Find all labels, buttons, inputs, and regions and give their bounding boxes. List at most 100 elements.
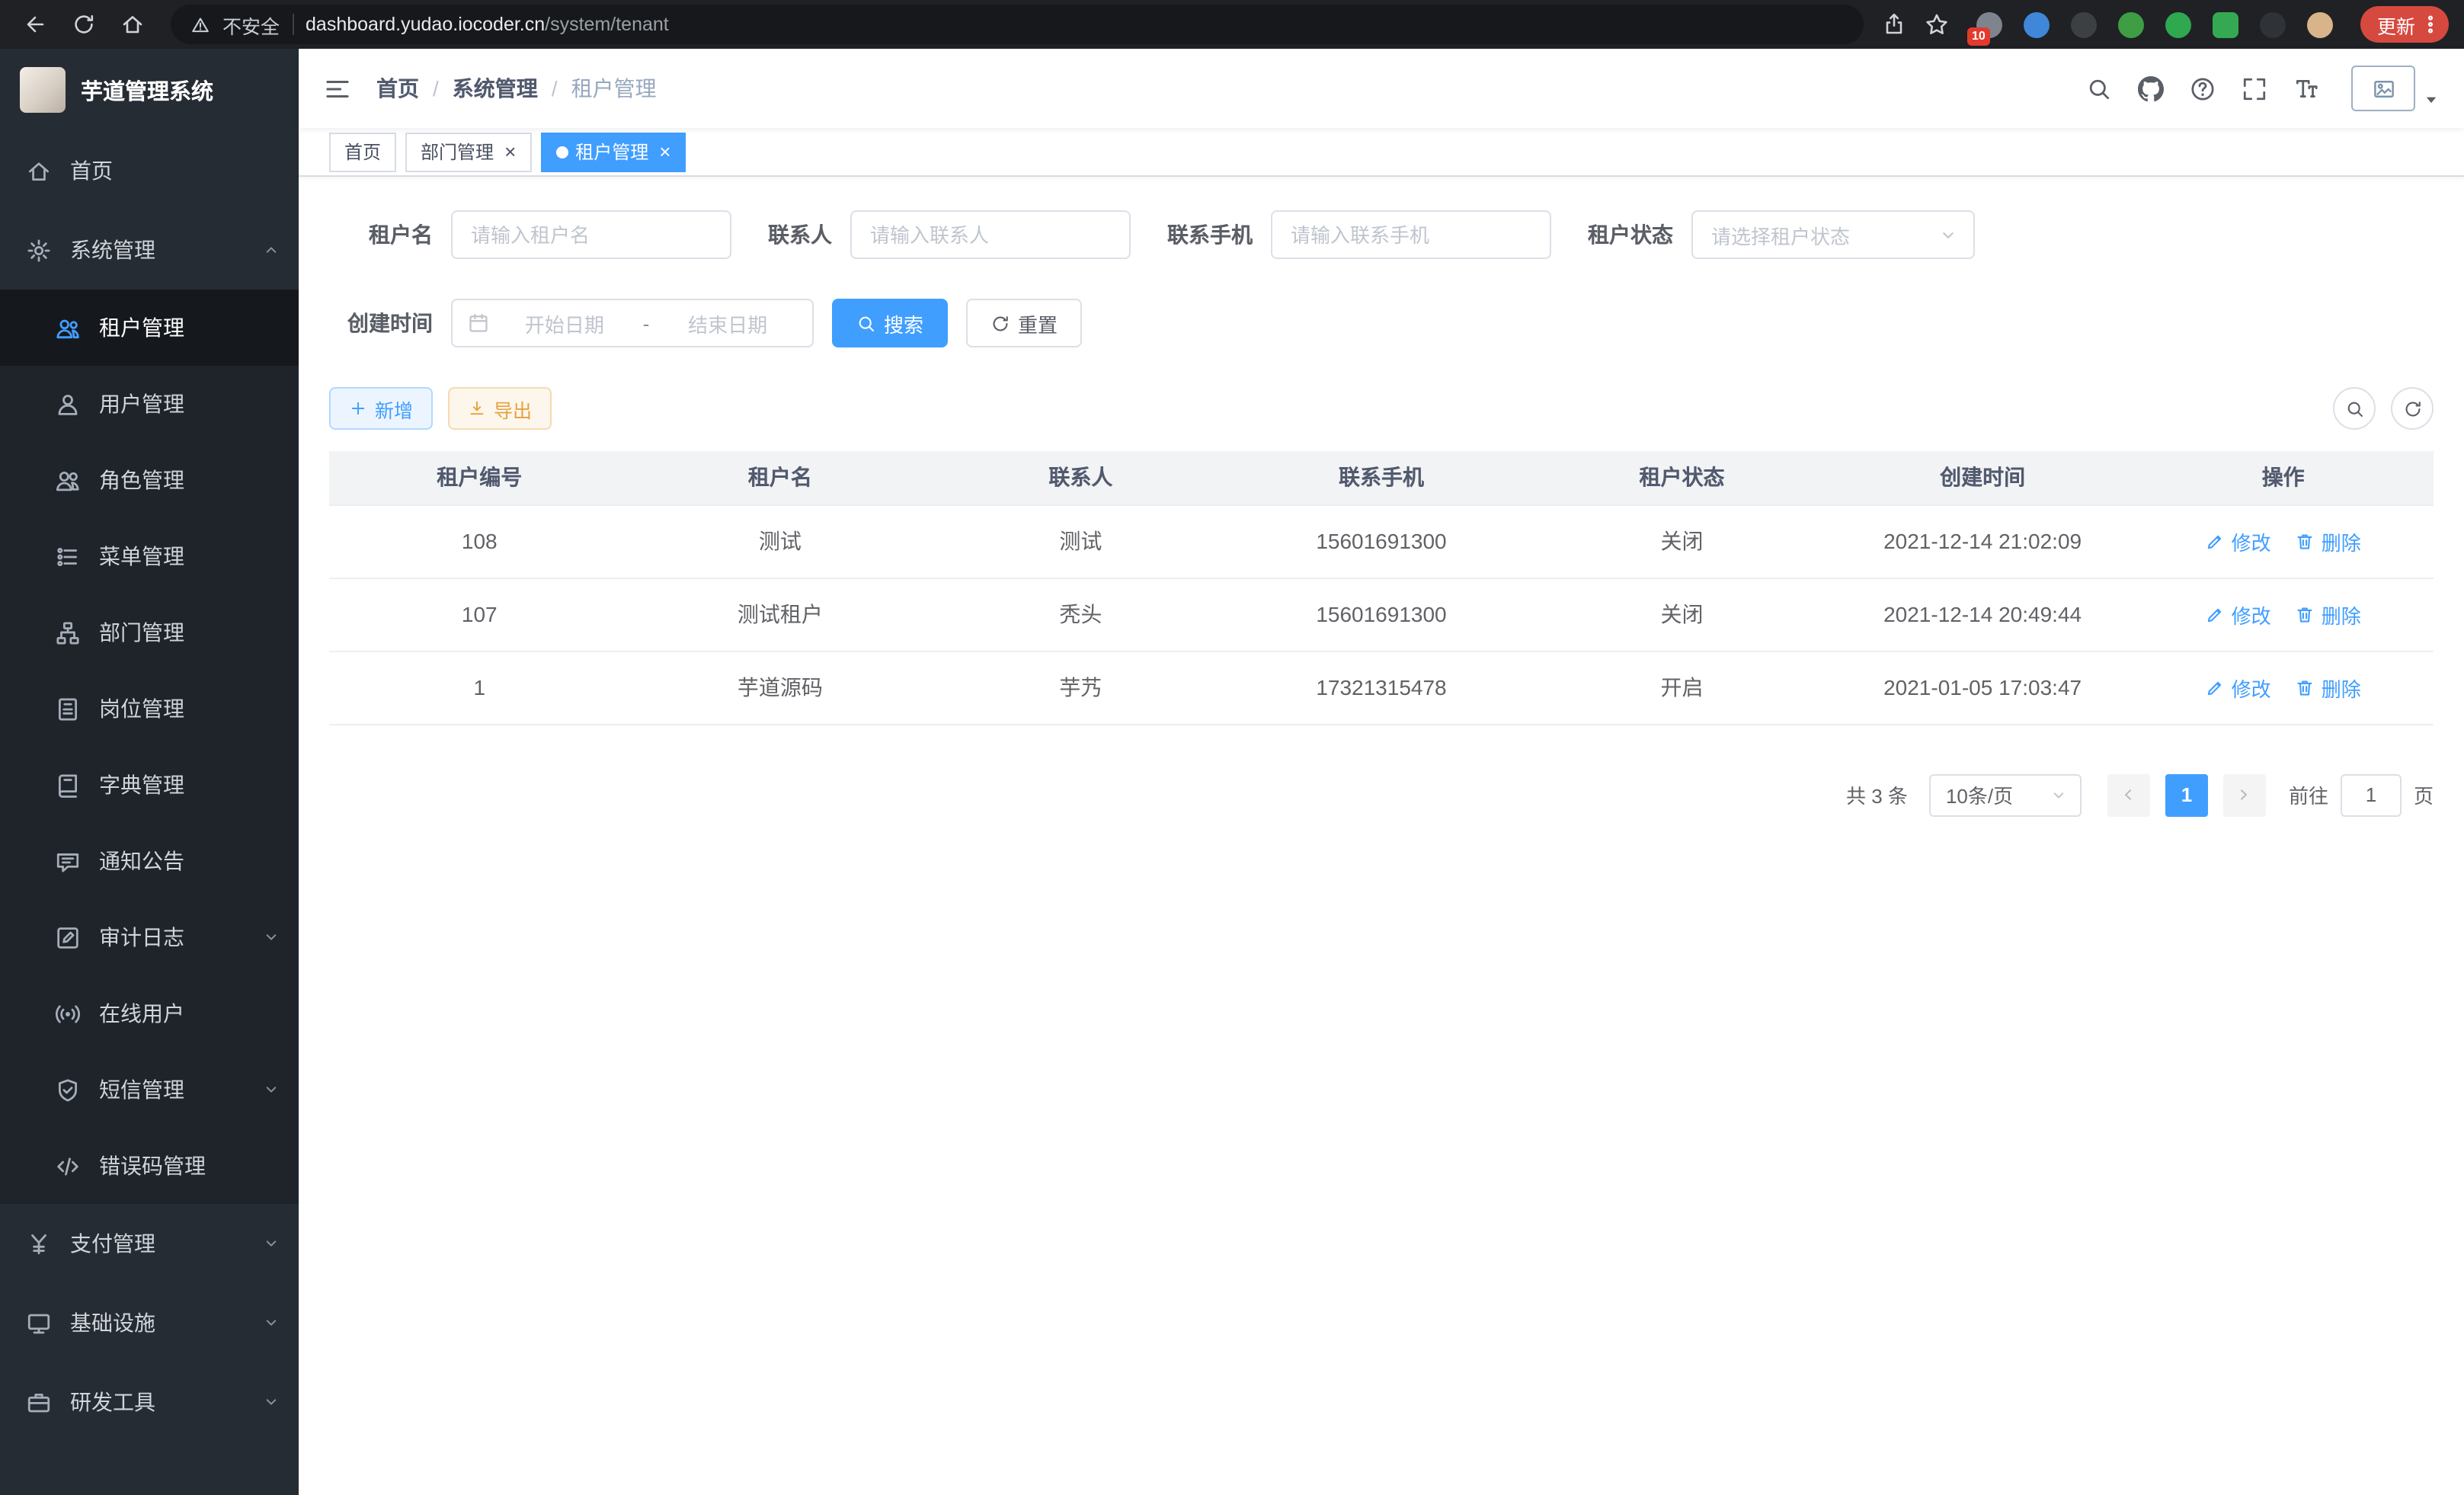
extension-icon-8[interactable] [2307, 11, 2333, 37]
user-avatar-menu[interactable] [2351, 66, 2440, 111]
table-row: 1芋道源码芋艿17321315478开启2021-01-05 17:03:47修… [329, 651, 2434, 724]
delete-link[interactable]: 删除 [2296, 527, 2361, 555]
reset-button[interactable]: 重置 [966, 299, 1082, 347]
sidebar-item-menu[interactable]: 菜单管理 [0, 518, 299, 594]
delete-link[interactable]: 删除 [2296, 673, 2361, 702]
sidebar-item-audit-log[interactable]: 审计日志 [0, 899, 299, 975]
avatar [2351, 66, 2415, 111]
app-logo[interactable]: 芋道管理系统 [0, 49, 299, 131]
extension-icon-2[interactable] [2024, 11, 2050, 37]
sidebar-item-role[interactable]: 角色管理 [0, 442, 299, 518]
browser-back-button[interactable] [15, 5, 55, 44]
chevron-down-icon [2050, 786, 2068, 804]
cell-phone: 15601691300 [1231, 578, 1532, 651]
date-separator: - [640, 312, 653, 335]
delete-link[interactable]: 删除 [2296, 600, 2361, 629]
phone-input[interactable] [1271, 210, 1551, 259]
browser-menu-icon[interactable] [2420, 14, 2441, 35]
tab-home[interactable]: 首页 [329, 132, 396, 171]
tab-tenant[interactable]: 租户管理× [540, 132, 686, 171]
edit-link[interactable]: 修改 [2206, 527, 2271, 555]
extension-icon-7[interactable] [2260, 11, 2286, 37]
date-range-picker[interactable]: 开始日期 - 结束日期 [451, 299, 814, 347]
browser-refresh-button[interactable] [64, 5, 104, 44]
sidebar-item-dict[interactable]: 字典管理 [0, 747, 299, 823]
font-size-icon[interactable] [2293, 75, 2319, 101]
tags-view: 首页部门管理×租户管理× [299, 128, 2464, 177]
sidebar-item-user[interactable]: 用户管理 [0, 366, 299, 442]
chevron-right-icon [2235, 785, 2254, 805]
security-label[interactable]: 不安全 [222, 10, 280, 39]
extension-icon-5[interactable] [2165, 11, 2191, 37]
breadcrumb-item: 租户管理 [571, 73, 657, 104]
sidebar-item-dev-tools[interactable]: 研发工具 [0, 1362, 299, 1442]
tab-dept[interactable]: 部门管理× [405, 132, 531, 171]
extension-icon-4[interactable] [2118, 11, 2144, 37]
create-time-label: 创建时间 [329, 308, 433, 338]
table-header-row: 租户编号租户名联系人联系手机租户状态创建时间操作 [329, 451, 2434, 504]
sidebar-item-system[interactable]: 系统管理 [0, 210, 299, 290]
page-number-button[interactable]: 1 [2165, 773, 2208, 816]
filter-row-2: 创建时间 开始日期 - 结束日期 搜索 重置 [329, 299, 2434, 347]
toggle-search-button[interactable] [2333, 387, 2376, 430]
sidebar-item-dept[interactable]: 部门管理 [0, 594, 299, 671]
add-button[interactable]: 新增 [329, 387, 433, 430]
sidebar-item-online-user[interactable]: 在线用户 [0, 975, 299, 1052]
bookmark-star-icon[interactable] [1925, 12, 1949, 37]
user-icon [55, 391, 81, 417]
extension-icon-3[interactable] [2071, 11, 2097, 37]
cell-name: 测试 [630, 504, 931, 578]
help-icon[interactable] [2190, 75, 2216, 101]
extension-icon-6[interactable] [2213, 11, 2238, 37]
search-button[interactable]: 搜索 [832, 299, 948, 347]
github-icon[interactable] [2138, 75, 2164, 101]
sidebar-item-error-code[interactable]: 错误码管理 [0, 1128, 299, 1204]
dept-icon [55, 619, 81, 645]
gear-icon [26, 237, 52, 263]
page-size-select[interactable]: 10条/页 [1929, 773, 2082, 816]
extensions-area: 10 [1976, 11, 2333, 37]
address-bar[interactable]: 不安全 dashboard.yudao.iocoder.cn/system/te… [171, 5, 1864, 44]
pay-icon [26, 1231, 52, 1257]
export-button[interactable]: 导出 [448, 387, 552, 430]
share-icon[interactable] [1882, 12, 1906, 37]
browser-update-button[interactable]: 更新 [2360, 6, 2449, 43]
breadcrumb-item[interactable]: 系统管理 [453, 73, 538, 104]
tenant-table: 租户编号租户名联系人联系手机租户状态创建时间操作 108测试测试15601691… [329, 451, 2434, 725]
sidebar-item-home[interactable]: 首页 [0, 131, 299, 210]
chevron-down-icon [262, 1234, 280, 1253]
edit-link[interactable]: 修改 [2206, 600, 2271, 629]
refresh-table-button[interactable] [2391, 387, 2434, 430]
cell-actions: 修改删除 [2133, 651, 2434, 724]
next-page-button[interactable] [2223, 773, 2266, 816]
browser-home-button[interactable] [113, 5, 152, 44]
chevron-down-icon [262, 928, 280, 946]
breadcrumb-item[interactable]: 首页 [376, 73, 419, 104]
refresh-icon [72, 12, 96, 37]
chevron-left-icon [2119, 785, 2139, 805]
security-warning-icon [190, 14, 210, 34]
sidebar-item-notice[interactable]: 通知公告 [0, 823, 299, 899]
status-select[interactable]: 请选择租户状态 [1691, 210, 1975, 259]
prev-page-button[interactable] [2107, 773, 2150, 816]
cell-name: 测试租户 [630, 578, 931, 651]
collapse-sidebar-button[interactable] [323, 74, 352, 103]
sidebar-item-pay[interactable]: 支付管理 [0, 1204, 299, 1283]
extension-icon-1[interactable]: 10 [1976, 11, 2002, 37]
header-search-icon[interactable] [2086, 75, 2112, 101]
tab-close-icon[interactable]: × [659, 142, 670, 162]
sidebar-item-post[interactable]: 岗位管理 [0, 671, 299, 747]
sidebar-item-tenant[interactable]: 租户管理 [0, 290, 299, 366]
goto-page-input[interactable] [2341, 773, 2402, 816]
page-jumper: 前往 页 [2289, 773, 2434, 816]
sidebar-item-infra[interactable]: 基础设施 [0, 1283, 299, 1362]
edit-link[interactable]: 修改 [2206, 673, 2271, 702]
contact-input[interactable] [850, 210, 1131, 259]
roles-icon [55, 467, 81, 493]
caret-down-icon [2423, 91, 2440, 108]
cell-created: 2021-01-05 17:03:47 [1832, 651, 2133, 724]
fullscreen-icon[interactable] [2242, 75, 2267, 101]
tab-close-icon[interactable]: × [504, 142, 516, 162]
sidebar-item-sms[interactable]: 短信管理 [0, 1052, 299, 1128]
tenant-name-input[interactable] [451, 210, 731, 259]
